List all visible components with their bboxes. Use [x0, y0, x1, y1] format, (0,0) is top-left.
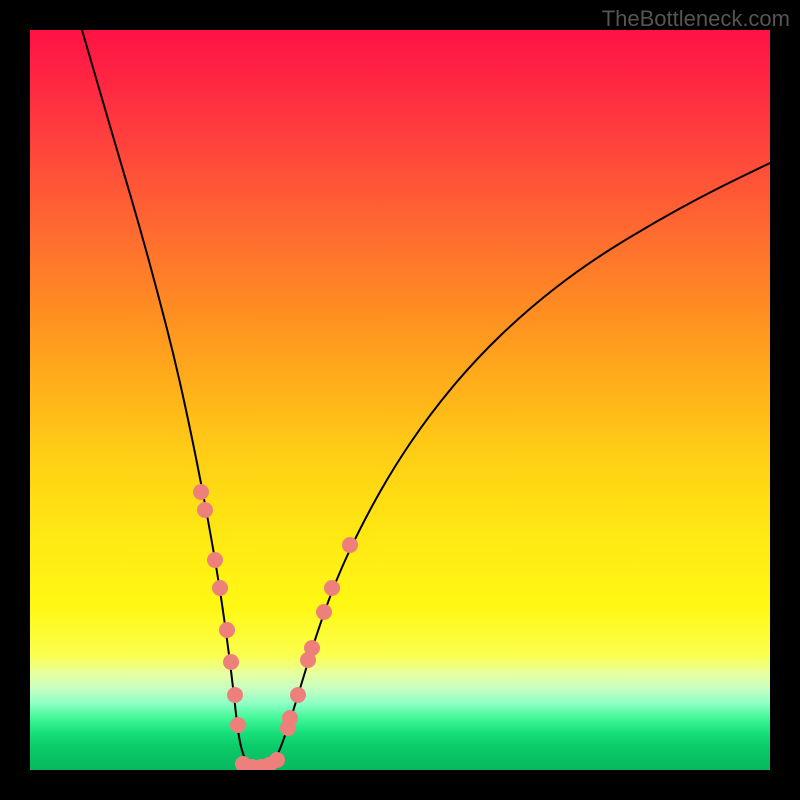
data-marker — [207, 552, 223, 568]
watermark-label: TheBottleneck.com — [602, 6, 790, 32]
data-marker — [223, 654, 239, 670]
curve-overlay — [30, 30, 770, 770]
curve-right — [255, 163, 770, 768]
data-marker — [342, 537, 358, 553]
data-marker — [197, 502, 213, 518]
data-marker — [304, 640, 320, 656]
data-marker — [230, 717, 246, 733]
data-marker — [227, 687, 243, 703]
data-marker — [212, 580, 228, 596]
chart-frame — [30, 30, 770, 770]
data-marker — [269, 752, 285, 768]
data-marker — [193, 484, 209, 500]
data-marker — [316, 604, 332, 620]
data-marker — [282, 710, 298, 726]
data-markers — [193, 484, 358, 770]
data-marker — [290, 687, 306, 703]
data-marker — [219, 622, 235, 638]
data-marker — [324, 580, 340, 596]
